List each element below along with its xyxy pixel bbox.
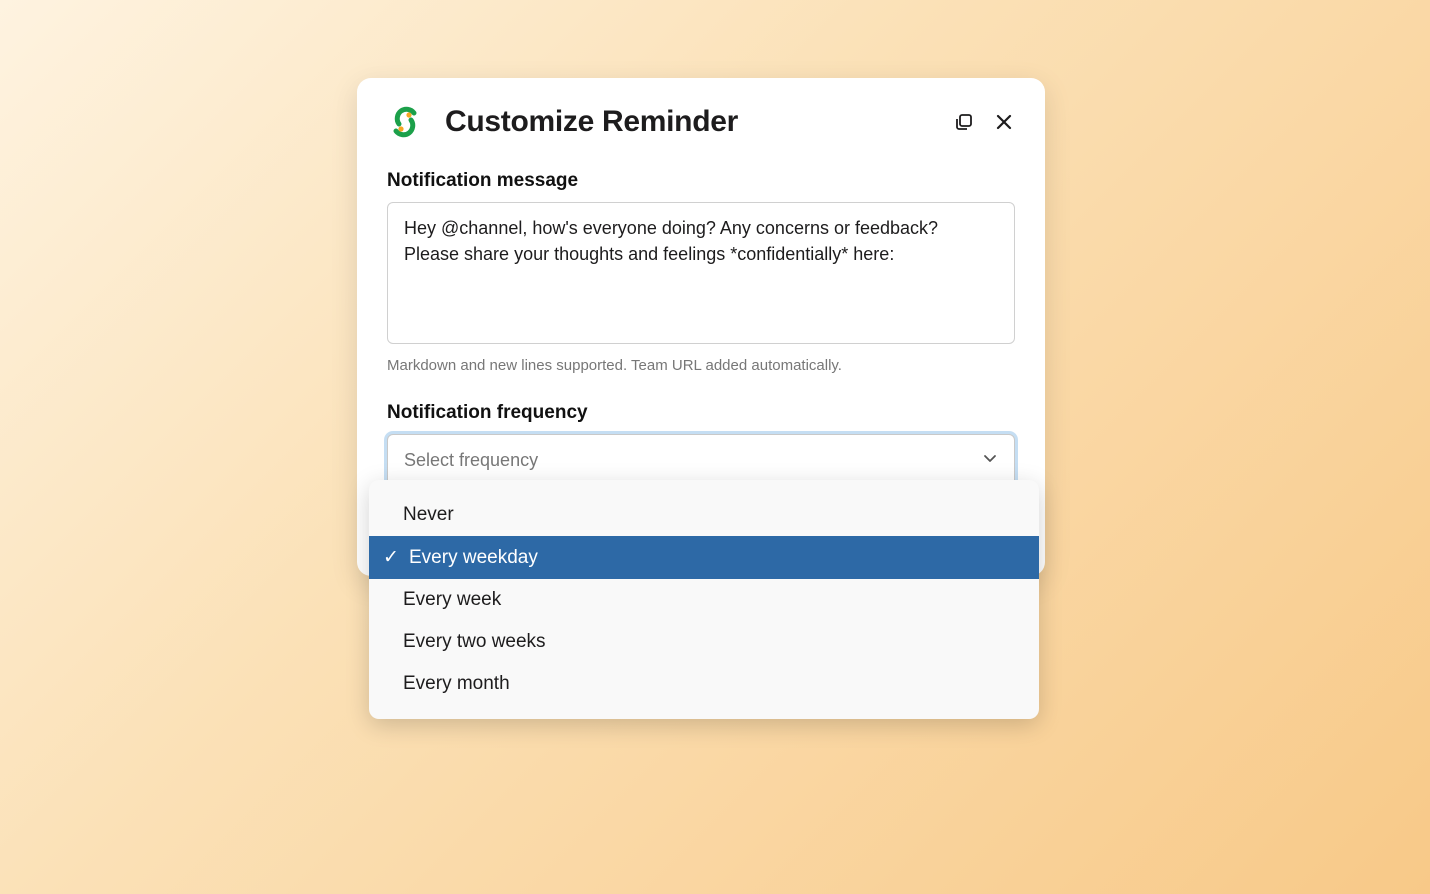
message-label: Notification message [387,170,1015,192]
check-icon: ✓ [383,546,399,569]
option-label: Never [403,504,454,526]
app-logo-icon [387,104,423,140]
option-label: Every weekday [409,547,538,569]
modal-title: Customize Reminder [445,105,953,139]
modal-header: Customize Reminder [357,78,1045,152]
frequency-select[interactable]: Select frequency [387,434,1015,486]
close-icon[interactable] [993,111,1015,133]
frequency-select-wrapper: Select frequency Never ✓ Every weekday E… [387,434,1015,486]
chevron-down-icon [982,450,998,471]
frequency-dropdown: Never ✓ Every weekday Every week Every t… [369,480,1039,719]
frequency-placeholder: Select frequency [404,450,538,471]
frequency-option-never[interactable]: Never [369,494,1039,536]
customize-reminder-modal: Customize Reminder Notification message … [357,78,1045,576]
option-label: Every month [403,673,510,695]
frequency-label: Notification frequency [387,402,1015,424]
message-helper-text: Markdown and new lines supported. Team U… [387,357,1015,374]
notification-message-input[interactable] [387,202,1015,344]
option-label: Every week [403,589,501,611]
modal-body: Notification message Markdown and new li… [357,152,1045,576]
frequency-option-every-two-weeks[interactable]: Every two weeks [369,621,1039,663]
frequency-option-every-month[interactable]: Every month [369,663,1039,705]
header-actions [953,111,1015,133]
frequency-option-every-weekday[interactable]: ✓ Every weekday [369,536,1039,579]
popout-icon[interactable] [953,111,975,133]
option-label: Every two weeks [403,631,546,653]
frequency-option-every-week[interactable]: Every week [369,579,1039,621]
